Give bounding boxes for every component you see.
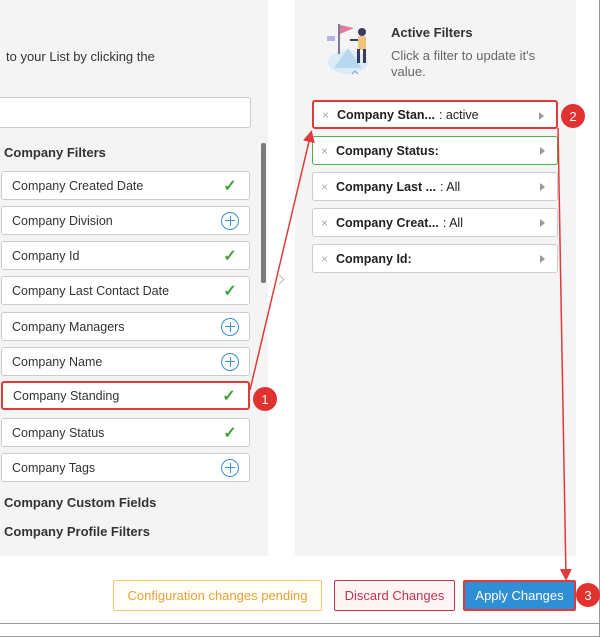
caret-right-icon (540, 183, 545, 191)
remove-icon[interactable]: × (322, 108, 329, 122)
chevron-right-icon (274, 274, 285, 285)
remove-icon[interactable]: × (321, 252, 328, 266)
caret-right-icon (540, 219, 545, 227)
filter-item-company-last-contact-date[interactable]: Company Last Contact Date ✓ (1, 276, 250, 305)
check-icon: ✓ (223, 424, 237, 442)
filter-item-label: Company Tags (12, 460, 96, 475)
filter-item-company-standing[interactable]: Company Standing ✓ (1, 381, 250, 410)
active-filter-chip-company-created[interactable]: × Company Creat... : All (312, 208, 558, 237)
caret-right-icon (540, 147, 545, 155)
active-filters-description: Click a filter to update it's value. (391, 48, 536, 79)
caret-right-icon (540, 255, 545, 263)
apply-changes-button[interactable]: Apply Changes (463, 580, 576, 611)
section-company-filters[interactable]: Company Filters (4, 145, 106, 160)
remove-icon[interactable]: × (321, 216, 328, 230)
filter-item-label: Company Division (12, 213, 113, 228)
chip-value: : active (438, 107, 479, 122)
chip-name: Company Status: (336, 143, 439, 158)
active-filters-panel (295, 0, 576, 556)
add-circle-icon[interactable] (221, 211, 239, 230)
filter-item-company-division[interactable]: Company Division (1, 206, 250, 235)
filter-item-company-managers[interactable]: Company Managers (1, 312, 250, 341)
annotation-badge-2: 2 (561, 104, 585, 128)
footer-divider (0, 623, 600, 624)
chip-name: Company Stan... (337, 107, 435, 122)
flag-climber-illustration (327, 24, 368, 75)
filter-item-label: Company Name (12, 354, 103, 369)
active-filter-chip-company-status[interactable]: × Company Status: (312, 136, 558, 165)
check-icon: ✓ (222, 387, 236, 405)
filter-search-input[interactable] (0, 97, 251, 128)
check-icon: ✓ (223, 247, 237, 265)
filter-item-label: Company Managers (12, 319, 125, 334)
add-circle-icon[interactable] (221, 352, 239, 371)
chip-name: Company Id: (336, 251, 412, 266)
discard-changes-button[interactable]: Discard Changes (334, 580, 455, 611)
filter-item-label: Company Id (12, 248, 80, 263)
chip-value: : All (442, 215, 463, 230)
caret-right-icon (539, 112, 544, 120)
check-icon: ✓ (223, 282, 237, 300)
chip-name: Company Creat... (336, 215, 439, 230)
intro-text: to your List by clicking the (6, 49, 155, 64)
section-company-custom-fields[interactable]: Company Custom Fields (4, 495, 156, 510)
filter-item-label: Company Last Contact Date (12, 283, 170, 298)
remove-icon[interactable]: × (321, 180, 328, 194)
chip-value: : All (440, 179, 461, 194)
filter-item-label: Company Standing (13, 388, 120, 403)
configuration-pending-indicator: Configuration changes pending (113, 580, 322, 611)
active-filter-chip-company-standing[interactable]: × Company Stan... : active (312, 100, 558, 129)
chip-name: Company Last ... (336, 179, 437, 194)
filter-item-company-status[interactable]: Company Status ✓ (1, 418, 250, 447)
filter-item-company-name[interactable]: Company Name (1, 347, 250, 376)
active-filters-title: Active Filters (391, 25, 473, 40)
filter-item-label: Company Status (12, 425, 105, 440)
filter-item-label: Company Created Date (12, 178, 144, 193)
active-filter-chip-company-id[interactable]: × Company Id: (312, 244, 558, 273)
add-circle-icon[interactable] (221, 458, 239, 477)
filter-dialog: to your List by clicking the Company Fil… (0, 0, 600, 637)
remove-icon[interactable]: × (321, 144, 328, 158)
filter-item-company-id[interactable]: Company Id ✓ (1, 241, 250, 270)
filter-item-company-tags[interactable]: Company Tags (1, 453, 250, 482)
annotation-badge-3: 3 (576, 583, 600, 607)
check-icon: ✓ (223, 177, 237, 195)
add-circle-icon[interactable] (221, 317, 239, 336)
active-filter-chip-company-last-contact[interactable]: × Company Last ... : All (312, 172, 558, 201)
scrollbar-thumb[interactable] (261, 143, 266, 283)
annotation-badge-1: 1 (253, 387, 277, 411)
filter-item-company-created-date[interactable]: Company Created Date ✓ (1, 171, 250, 200)
section-company-profile-filters[interactable]: Company Profile Filters (4, 524, 150, 539)
